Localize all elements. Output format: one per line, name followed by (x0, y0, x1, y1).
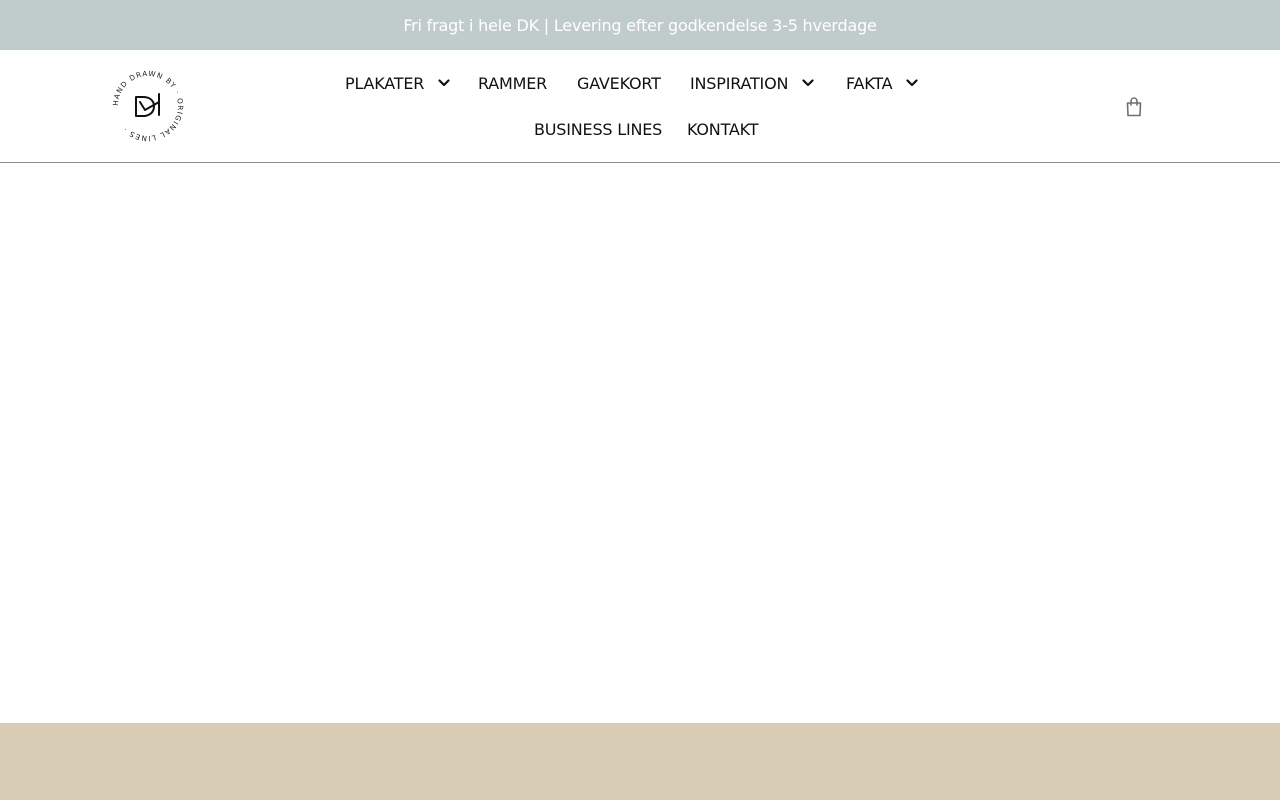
shopping-bag-icon (1126, 97, 1142, 117)
nav-item-gavekort[interactable]: GAVEKORT (577, 71, 661, 95)
nav-item-inspiration[interactable]: INSPIRATION (690, 71, 818, 95)
nav-item-kontakt[interactable]: KONTAKT (687, 117, 758, 141)
announcement-text: Fri fragt i hele DK | Levering efter god… (403, 15, 877, 35)
nav-label: GAVEKORT (577, 73, 661, 93)
nav-label: KONTAKT (687, 119, 759, 139)
nav-item-fakta[interactable]: FAKTA (846, 71, 922, 95)
nav-label: PLAKATER (345, 73, 425, 93)
nav-item-plakater[interactable]: PLAKATER (345, 71, 454, 95)
footer-band (0, 723, 1280, 800)
main-content-area (0, 163, 1280, 723)
nav-item-business-lines[interactable]: BUSINESS LINES (534, 117, 662, 141)
announcement-bar: Fri fragt i hele DK | Levering efter god… (0, 0, 1280, 50)
chevron-down-icon[interactable] (798, 73, 818, 93)
nav-item-rammer[interactable]: RAMMER (478, 71, 547, 95)
nav-label: INSPIRATION (690, 73, 789, 93)
chevron-down-icon[interactable] (434, 73, 454, 93)
nav-label: FAKTA (846, 73, 893, 93)
nav-label: RAMMER (478, 73, 548, 93)
nav-label: BUSINESS LINES (534, 119, 663, 139)
cart-button[interactable] (1124, 96, 1144, 118)
chevron-down-icon[interactable] (902, 73, 922, 93)
main-navigation: PLAKATER RAMMER GAVEKORT INSPIRATION FAK… (0, 50, 1280, 163)
site-header: HAND DRAWN BY · ORIGINAL LINES · PLAKATE… (0, 50, 1280, 163)
